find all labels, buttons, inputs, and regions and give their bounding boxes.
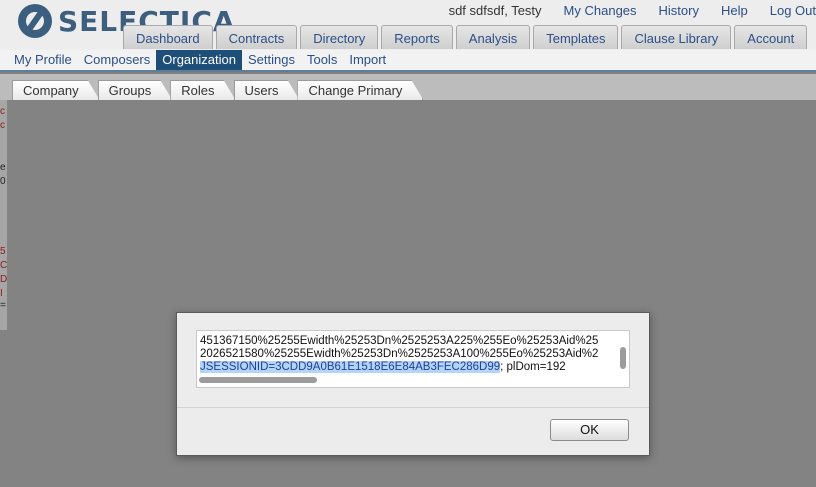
bg-fragment: C — [0, 260, 7, 271]
my-changes-link[interactable]: My Changes — [564, 3, 637, 18]
utility-links: sdf sdfsdf, Testy My Changes History Hel… — [449, 3, 816, 18]
horizontal-scrollbar[interactable] — [199, 377, 317, 383]
tab-dashboard[interactable]: Dashboard — [123, 25, 213, 49]
bg-fragment: c — [0, 106, 5, 117]
subnav-tools[interactable]: Tools — [301, 50, 343, 70]
alert-dialog: 451367150%25255Ewidth%25253Dn%2525253A22… — [176, 312, 650, 456]
bg-fragment: 5 — [0, 246, 6, 257]
dialog-text-line: 451367150%25255Ewidth%25253Dn%2525253A22… — [200, 335, 599, 347]
bg-fragment: e — [0, 162, 6, 173]
log-out-link[interactable]: Log Out — [770, 3, 816, 18]
tab-users[interactable]: Users — [234, 80, 300, 100]
bg-fragment: D — [0, 274, 7, 285]
dialog-text-line-selected: JSESSIONID=3CDD9A0B61E1518E6E84AB3FEC286… — [200, 361, 566, 374]
tab-company[interactable]: Company — [12, 80, 100, 100]
bg-fragment: = — [0, 300, 6, 311]
subnav-my-profile[interactable]: My Profile — [8, 50, 78, 70]
organization-tabs: Company Groups Roles Users Change Primar… — [12, 80, 421, 100]
subnav-composers[interactable]: Composers — [78, 50, 156, 70]
bg-fragment: c — [0, 120, 5, 131]
main-tabs: Dashboard Contracts Directory Reports An… — [123, 25, 808, 49]
sub-navigation: My Profile Composers Organization Settin… — [0, 50, 816, 72]
tab-roles[interactable]: Roles — [170, 80, 235, 100]
tab-change-primary[interactable]: Change Primary — [297, 80, 423, 100]
organization-tabs-bar: Company Groups Roles Users Change Primar… — [0, 74, 816, 100]
underlying-page-strip: c c e 0 5 C D I = — [0, 100, 7, 330]
bg-fragment: I — [0, 288, 3, 299]
help-link[interactable]: Help — [721, 3, 748, 18]
top-header: SELECTICA sdf sdfsdf, Testy My Changes H… — [0, 0, 816, 50]
text-after-selection: ; plDom=192 — [500, 361, 566, 373]
dialog-divider — [177, 407, 649, 408]
vertical-scrollbar[interactable] — [620, 347, 626, 369]
subnav-import[interactable]: Import — [343, 50, 392, 70]
tab-reports[interactable]: Reports — [381, 25, 453, 49]
logo-swirl-icon — [18, 4, 52, 38]
bg-fragment: 0 — [0, 176, 6, 187]
current-user: sdf sdfsdf, Testy — [448, 3, 542, 18]
subnav-settings[interactable]: Settings — [242, 50, 301, 70]
tab-templates[interactable]: Templates — [533, 25, 619, 49]
selected-text[interactable]: JSESSIONID=3CDD9A0B61E1518E6E84AB3FEC286… — [200, 361, 501, 373]
tab-directory[interactable]: Directory — [300, 25, 379, 49]
tab-groups[interactable]: Groups — [98, 80, 173, 100]
tab-clause-library[interactable]: Clause Library — [621, 25, 732, 49]
tab-analysis[interactable]: Analysis — [455, 25, 531, 49]
dialog-text-line: 2026521580%25255Ewidth%25253Dn%2525253A1… — [200, 348, 599, 360]
history-link[interactable]: History — [659, 3, 699, 18]
ok-button[interactable]: OK — [550, 419, 629, 441]
tab-account[interactable]: Account — [734, 25, 808, 49]
subnav-organization[interactable]: Organization — [156, 50, 242, 70]
tab-contracts[interactable]: Contracts — [215, 25, 298, 49]
